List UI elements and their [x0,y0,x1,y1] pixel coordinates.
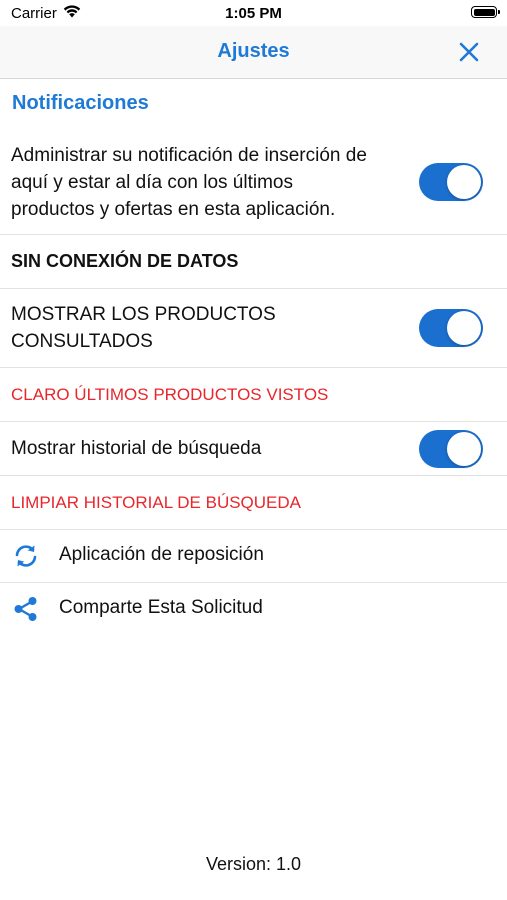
notifications-description-line: aquí y estar al día con los últimos [11,172,293,193]
status-time: 1:05 PM [225,5,282,22]
show-history-toggle[interactable] [419,430,483,468]
offline-header-row: SIN CONEXIÓN DE DATOS [0,235,507,289]
notifications-header: Notificaciones [12,92,149,114]
show-products-label-line: CONSULTADOS [11,331,153,352]
show-products-label-line: MOSTRAR LOS PRODUCTOS [11,304,276,325]
notifications-description: Administrar su notificación de inserción… [11,142,367,223]
restore-row[interactable]: Aplicación de reposición [0,530,507,583]
refresh-icon [12,542,40,570]
show-history-label: Mostrar historial de búsqueda [11,438,262,459]
notifications-description-line: Administrar su notificación de inserción… [11,145,367,166]
show-products-label: MOSTRAR LOS PRODUCTOS CONSULTADOS [11,301,276,355]
show-products-toggle[interactable] [419,309,483,347]
battery-icon [471,6,500,18]
version-label: Version: 1.0 [205,854,302,874]
close-button[interactable] [457,40,481,64]
show-history-row: Mostrar historial de búsqueda [0,422,507,476]
share-row[interactable]: Comparte Esta Solicitud [0,583,507,636]
nav-bar: Ajustes [0,26,507,79]
page-title: Ajustes [217,40,290,62]
restore-label[interactable]: Aplicación de reposición [59,544,264,566]
notifications-toggle[interactable] [419,163,483,201]
share-icon [12,595,40,623]
notifications-description-line: productos y ofertas en esta aplicación. [11,199,336,220]
close-icon [459,42,479,62]
share-label[interactable]: Comparte Esta Solicitud [59,597,263,619]
status-bar: Carrier 1:05 PM [0,0,507,26]
notifications-row: Administrar su notificación de inserción… [0,130,507,235]
clear-products-button[interactable]: CLARO ÚLTIMOS PRODUCTOS VISTOS [11,385,328,405]
clear-products-row[interactable]: CLARO ÚLTIMOS PRODUCTOS VISTOS [0,368,507,422]
clear-history-button[interactable]: LIMPIAR HISTORIAL DE BÚSQUEDA [11,493,301,513]
offline-header: SIN CONEXIÓN DE DATOS [11,251,239,271]
show-products-row: MOSTRAR LOS PRODUCTOS CONSULTADOS [0,289,507,368]
clear-history-row[interactable]: LIMPIAR HISTORIAL DE BÚSQUEDA [0,476,507,530]
